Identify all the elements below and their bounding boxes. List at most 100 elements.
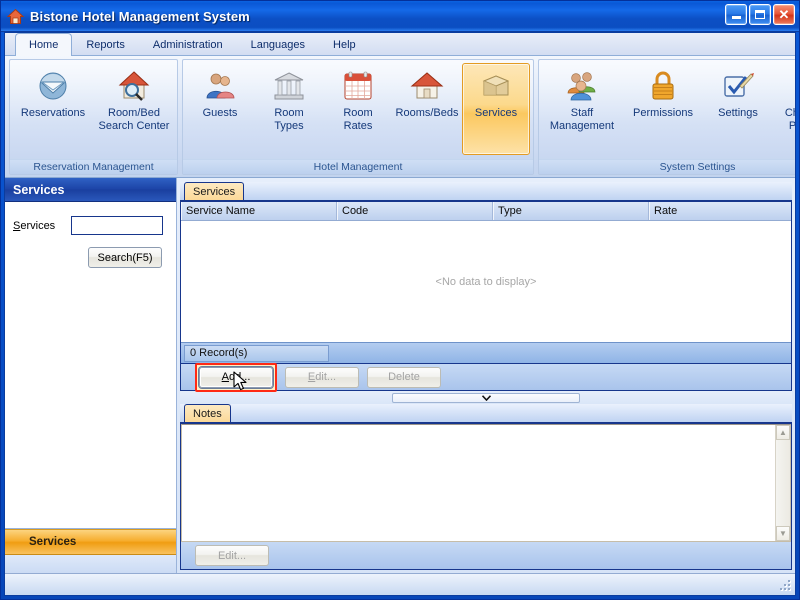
notes-button-bar: Edit... — [181, 542, 791, 569]
tab-home-label: Home — [29, 39, 59, 51]
ribbon-button-guests[interactable]: Guests — [186, 63, 254, 155]
three-people-icon — [565, 69, 599, 103]
ribbon-group-system-settings: Staff Management Permissions Settings C … — [538, 59, 796, 175]
house-icon — [410, 69, 444, 103]
ribbon-button-guests-label: Guests — [202, 107, 238, 119]
calendar-icon — [341, 69, 375, 103]
grid-button-bar: Add... Edit... Delete — [180, 362, 792, 392]
notes-scrollbar[interactable]: ▲ ▼ — [775, 425, 790, 541]
ribbon-button-room-types[interactable]: Room Types — [255, 63, 323, 155]
chevron-down-icon[interactable] — [392, 392, 580, 403]
ribbon-button-services[interactable]: Services — [462, 63, 530, 155]
ribbon-button-staff-management[interactable]: Staff Management — [542, 63, 622, 155]
ribbon-tab-strip: Home Reports Administration Languages He… — [5, 33, 795, 56]
services-grid: Service Name Code Type Rate <No data to … — [180, 202, 792, 364]
ribbon-button-change-my-password[interactable]: Change My Password — [773, 63, 796, 155]
two-people-icon — [203, 69, 237, 103]
notes-tab-header: Notes — [180, 404, 792, 424]
ribbon-button-settings-label: Settings — [718, 107, 758, 119]
grid-column-code[interactable]: Code — [337, 202, 493, 220]
box-icon — [479, 69, 513, 103]
bank-columns-icon — [272, 69, 306, 103]
edit-button-accel: E — [307, 371, 316, 383]
ribbon-bar: Reservations Room/Bed Search Center Rese… — [5, 56, 795, 178]
grid-body[interactable]: <No data to display> — [181, 221, 791, 342]
notes-edit-button[interactable]: Edit... — [195, 545, 269, 566]
services-tab-control: Services Service Name Code Type Rate <No… — [180, 182, 792, 392]
ribbon-button-services-label: Services — [474, 107, 518, 119]
search-button[interactable]: Search(F5) — [88, 247, 162, 268]
minimize-icon[interactable] — [725, 4, 747, 25]
title-bar: Bistone Hotel Management System ✕ — [1, 1, 799, 32]
tab-help[interactable]: Help — [319, 34, 370, 55]
ribbon-group-hotel-management: Guests Room Types Room Rates Rooms/Beds … — [182, 59, 534, 175]
add-button-label: dd... — [228, 371, 251, 383]
notes-textarea[interactable] — [182, 425, 775, 541]
panel-splitter[interactable] — [180, 391, 792, 404]
body-split: Services Services Search(F5) Services Se… — [5, 178, 795, 573]
scroll-up-icon[interactable]: ▲ — [776, 425, 790, 440]
house-magnifier-icon — [117, 69, 151, 103]
ribbon-group-caption-reservation-management: Reservation Management — [10, 159, 177, 174]
tab-help-label: Help — [333, 39, 356, 51]
application-window: Bistone Hotel Management System ✕ Home R… — [0, 0, 800, 600]
tab-home[interactable]: Home — [15, 33, 73, 56]
ribbon-button-room-bed-search-center-label: Room/Bed Search Center — [98, 107, 170, 132]
notes-panel: ▲ ▼ Edit... — [180, 424, 792, 570]
tab-notes[interactable]: Notes — [184, 404, 231, 422]
close-icon[interactable]: ✕ — [773, 4, 795, 25]
ribbon-button-reservations-label: Reservations — [20, 107, 86, 119]
ribbon-button-permissions-label: Permissions — [633, 107, 693, 119]
globe-envelope-icon — [36, 69, 70, 103]
edit-button-label: dit... — [315, 371, 337, 383]
padlock-icon — [646, 69, 680, 103]
services-tab-header: Services — [180, 182, 792, 202]
add-button[interactable]: Add... — [199, 366, 273, 388]
sidebar-filler — [5, 555, 176, 573]
search-field-label-rest: ervices — [20, 219, 56, 232]
ribbon-group-reservation-management: Reservations Room/Bed Search Center Rese… — [9, 59, 178, 175]
ribbon-button-room-bed-search-center[interactable]: Room/Bed Search Center — [94, 63, 174, 155]
grid-column-rate[interactable]: Rate — [649, 202, 791, 220]
ribbon-button-change-my-password-label: Change My Password — [784, 107, 796, 132]
grid-status-bar: 0 Record(s) — [181, 342, 791, 363]
sidebar: Services Services Search(F5) Services — [5, 178, 177, 573]
ribbon-button-permissions[interactable]: Permissions — [623, 63, 703, 155]
grid-column-type[interactable]: Type — [493, 202, 649, 220]
sidebar-search-pane: Services Search(F5) — [5, 202, 176, 529]
tab-administration[interactable]: Administration — [139, 34, 237, 55]
ribbon-button-rooms-beds-label: Rooms/Beds — [395, 107, 459, 119]
ribbon-group-caption-system-settings: System Settings — [539, 159, 795, 174]
sidebar-header: Services — [5, 178, 176, 202]
notes-textarea-wrapper: ▲ ▼ — [181, 424, 791, 542]
grid-empty-message: <No data to display> — [435, 275, 537, 288]
tab-languages[interactable]: Languages — [237, 34, 319, 55]
main-panel: Services Service Name Code Type Rate <No… — [177, 178, 795, 573]
add-button-accel: A — [221, 371, 229, 383]
ribbon-button-rooms-beds[interactable]: Rooms/Beds — [393, 63, 461, 155]
tab-reports-label: Reports — [86, 39, 125, 51]
ribbon-button-staff-management-label: Staff Management — [549, 107, 615, 132]
ribbon-button-settings[interactable]: Settings — [704, 63, 772, 155]
tab-services[interactable]: Services — [184, 182, 245, 200]
ribbon-button-room-types-label: Room Types — [274, 107, 304, 132]
checkbox-pencil-icon — [721, 69, 755, 103]
sidebar-item-services[interactable]: Services — [5, 529, 176, 555]
maximize-icon[interactable] — [749, 4, 771, 25]
record-count: 0 Record(s) — [184, 344, 329, 362]
client-area: Home Reports Administration Languages He… — [4, 32, 796, 596]
notes-tab-control: Notes ▲ ▼ Edit... — [180, 404, 792, 570]
delete-button[interactable]: Delete — [367, 366, 441, 388]
tab-reports[interactable]: Reports — [72, 34, 139, 55]
ribbon-group-caption-hotel-management: Hotel Management — [183, 159, 533, 174]
edit-button[interactable]: Edit... — [285, 366, 359, 388]
search-field-label: Services — [13, 220, 71, 232]
window-title: Bistone Hotel Management System — [30, 8, 250, 24]
ribbon-button-reservations[interactable]: Reservations — [13, 63, 93, 155]
resize-grip-icon[interactable] — [779, 579, 793, 593]
scroll-down-icon[interactable]: ▼ — [776, 526, 790, 541]
grid-column-service-name[interactable]: Service Name — [181, 202, 337, 220]
window-controls: ✕ — [725, 4, 795, 25]
ribbon-button-room-rates[interactable]: Room Rates — [324, 63, 392, 155]
search-input[interactable] — [71, 216, 163, 235]
